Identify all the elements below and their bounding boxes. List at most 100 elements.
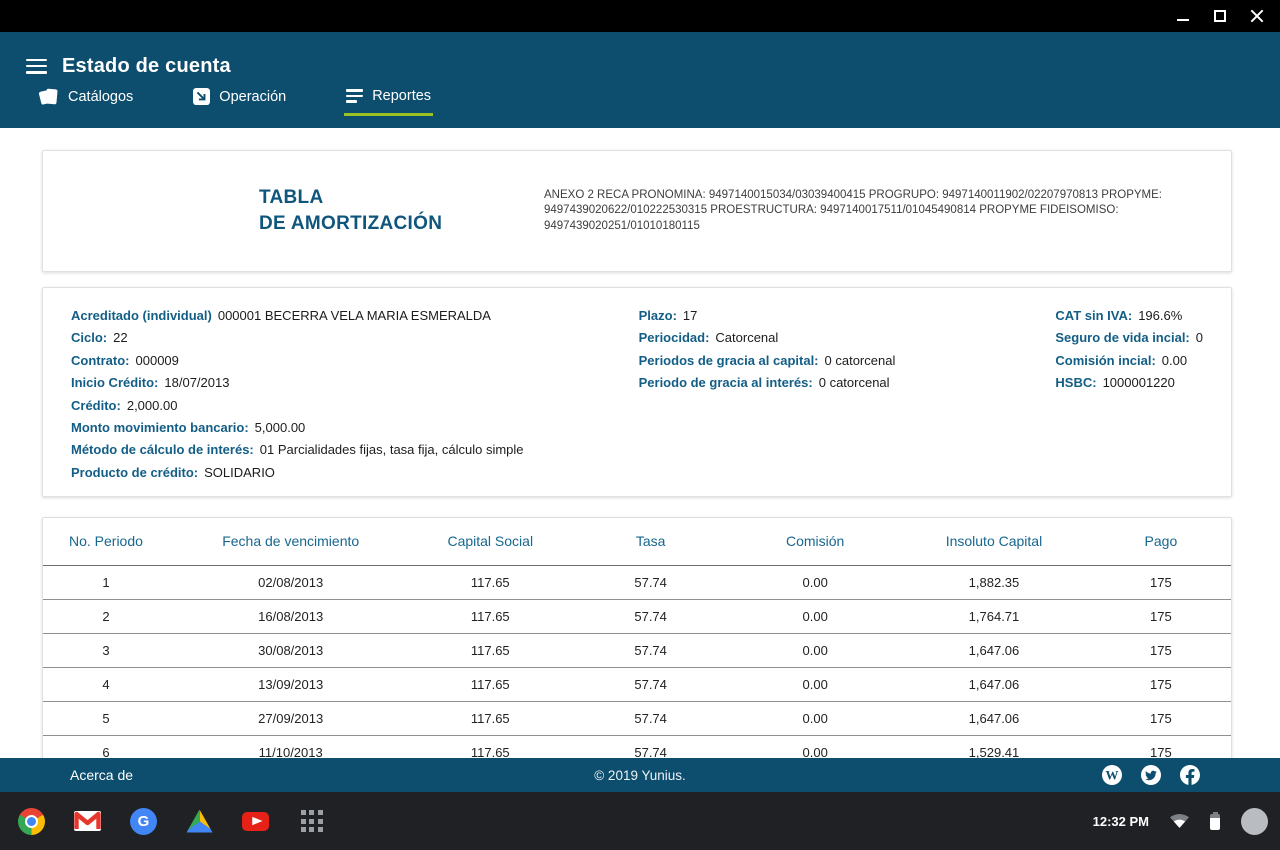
table-header-row: No. Periodo Fecha de vencimiento Capital… xyxy=(43,518,1231,565)
chrome-icon[interactable] xyxy=(18,808,45,835)
hamburger-menu-icon[interactable] xyxy=(26,59,47,74)
detail-row: Contrato:000009 xyxy=(71,350,639,372)
table-cell: 117.65 xyxy=(412,735,568,758)
detail-value: 2,000.00 xyxy=(127,398,178,413)
facebook-icon[interactable] xyxy=(1180,765,1200,785)
column-header: Pago xyxy=(1091,518,1231,565)
catalogs-icon xyxy=(40,88,59,105)
detail-row: Periocidad:Catorcenal xyxy=(639,327,1056,349)
detail-label: Método de cálculo de interés: xyxy=(71,442,254,457)
table-cell: 30/08/2013 xyxy=(169,633,413,667)
table-cell: 1,647.06 xyxy=(897,701,1091,735)
table-cell: 02/08/2013 xyxy=(169,565,413,599)
amortization-table-card: No. Periodo Fecha de vencimiento Capital… xyxy=(42,517,1232,758)
table-cell: 1,764.71 xyxy=(897,599,1091,633)
detail-row: Acreditado (individual) 000001 BECERRA VE… xyxy=(71,305,639,327)
detail-label: Comisión incial: xyxy=(1055,353,1155,368)
table-row[interactable]: 413/09/2013117.6557.740.001,647.06175 xyxy=(43,667,1231,701)
table-cell: 1 xyxy=(43,565,169,599)
detail-label: CAT sin IVA: xyxy=(1055,308,1132,323)
table-cell: 117.65 xyxy=(412,565,568,599)
about-link[interactable]: Acerca de xyxy=(70,767,133,783)
maximize-icon[interactable] xyxy=(1213,9,1227,23)
detail-row: Seguro de vida incial:0 xyxy=(1055,327,1203,349)
app-header: Estado de cuenta Catálogos Operación Rep… xyxy=(0,32,1280,128)
table-cell: 0.00 xyxy=(733,735,897,758)
table-cell: 3 xyxy=(43,633,169,667)
table-row[interactable]: 527/09/2013117.6557.740.001,647.06175 xyxy=(43,701,1231,735)
app-footer: Acerca de © 2019 Yunius. W xyxy=(0,758,1280,792)
table-cell: 1,529.41 xyxy=(897,735,1091,758)
detail-label: Producto de crédito: xyxy=(71,465,198,480)
drive-icon[interactable] xyxy=(186,808,213,835)
status-tray[interactable]: 12:32 PM xyxy=(1093,808,1268,835)
detail-value: 5,000.00 xyxy=(255,420,306,435)
table-row[interactable]: 216/08/2013117.6557.740.001,764.71175 xyxy=(43,599,1231,633)
social-links: W xyxy=(1102,765,1200,785)
detail-row: Periodos de gracia al capital:0 catorcen… xyxy=(639,350,1056,372)
details-column-2: Plazo:17 Periocidad:Catorcenal Periodos … xyxy=(639,305,1056,496)
table-cell: 1,647.06 xyxy=(897,633,1091,667)
detail-label: Periodo de gracia al interés: xyxy=(639,375,813,390)
table-cell: 117.65 xyxy=(412,701,568,735)
detail-label: Plazo: xyxy=(639,308,677,323)
google-icon[interactable]: G xyxy=(130,808,157,835)
column-header: No. Periodo xyxy=(43,518,169,565)
table-cell: 57.74 xyxy=(568,633,733,667)
table-cell: 175 xyxy=(1091,701,1231,735)
page-title: Estado de cuenta xyxy=(62,55,231,78)
detail-value: 22 xyxy=(113,330,127,345)
minimize-icon[interactable] xyxy=(1176,9,1190,23)
main-content: TABLA DE AMORTIZACIÓN ANEXO 2 RECA PRONO… xyxy=(0,128,1280,758)
detail-label: Acreditado (individual) xyxy=(71,308,212,323)
table-cell: 11/10/2013 xyxy=(169,735,413,758)
anexo-reca-text: ANEXO 2 RECA PRONOMINA: 9497140015034/03… xyxy=(544,188,1231,235)
table-cell: 4 xyxy=(43,667,169,701)
column-header: Comisión xyxy=(733,518,897,565)
table-cell: 13/09/2013 xyxy=(169,667,413,701)
detail-row: Crédito:2,000.00 xyxy=(71,395,639,417)
detail-value: 000001 BECERRA VELA MARIA ESMERALDA xyxy=(218,308,491,323)
tab-label: Reportes xyxy=(372,88,431,104)
tab-reportes[interactable]: Reportes xyxy=(344,84,433,116)
detail-value: 000009 xyxy=(136,353,179,368)
detail-value: 18/07/2013 xyxy=(164,375,229,390)
battery-icon[interactable] xyxy=(1210,814,1220,830)
detail-row: Inicio Crédito:18/07/2013 xyxy=(71,372,639,394)
apps-grid-icon[interactable] xyxy=(298,808,325,835)
detail-value: 196.6% xyxy=(1138,308,1182,323)
gmail-icon[interactable] xyxy=(74,808,101,835)
table-cell: 57.74 xyxy=(568,565,733,599)
tab-operacion[interactable]: Operación xyxy=(191,84,288,117)
detail-label: HSBC: xyxy=(1055,375,1096,390)
report-title: TABLA DE AMORTIZACIÓN xyxy=(259,185,544,236)
os-titlebar xyxy=(0,0,1280,32)
column-header: Capital Social xyxy=(412,518,568,565)
column-header: Fecha de vencimiento xyxy=(169,518,413,565)
table-cell: 5 xyxy=(43,701,169,735)
table-cell: 175 xyxy=(1091,735,1231,758)
tab-catalogos[interactable]: Catálogos xyxy=(38,84,135,117)
close-icon[interactable] xyxy=(1250,9,1264,23)
table-row[interactable]: 611/10/2013117.6557.740.001,529.41175 xyxy=(43,735,1231,758)
os-taskbar: G 12:32 PM xyxy=(0,792,1280,850)
detail-label: Seguro de vida incial: xyxy=(1055,330,1189,345)
table-cell: 16/08/2013 xyxy=(169,599,413,633)
svg-text:W: W xyxy=(1106,768,1119,783)
wifi-icon[interactable] xyxy=(1170,814,1189,828)
avatar[interactable] xyxy=(1241,808,1268,835)
table-cell: 0.00 xyxy=(733,667,897,701)
youtube-icon[interactable] xyxy=(242,808,269,835)
detail-row: Ciclo: 22 xyxy=(71,327,639,349)
table-row[interactable]: 102/08/2013117.6557.740.001,882.35175 xyxy=(43,565,1231,599)
clock[interactable]: 12:32 PM xyxy=(1093,814,1149,829)
tab-label: Catálogos xyxy=(68,89,133,105)
tab-label: Operación xyxy=(219,89,286,105)
table-cell: 175 xyxy=(1091,599,1231,633)
twitter-icon[interactable] xyxy=(1141,765,1161,785)
wordpress-icon[interactable]: W xyxy=(1102,765,1122,785)
column-header: Tasa xyxy=(568,518,733,565)
table-cell: 57.74 xyxy=(568,599,733,633)
detail-label: Ciclo: xyxy=(71,330,107,345)
table-row[interactable]: 330/08/2013117.6557.740.001,647.06175 xyxy=(43,633,1231,667)
